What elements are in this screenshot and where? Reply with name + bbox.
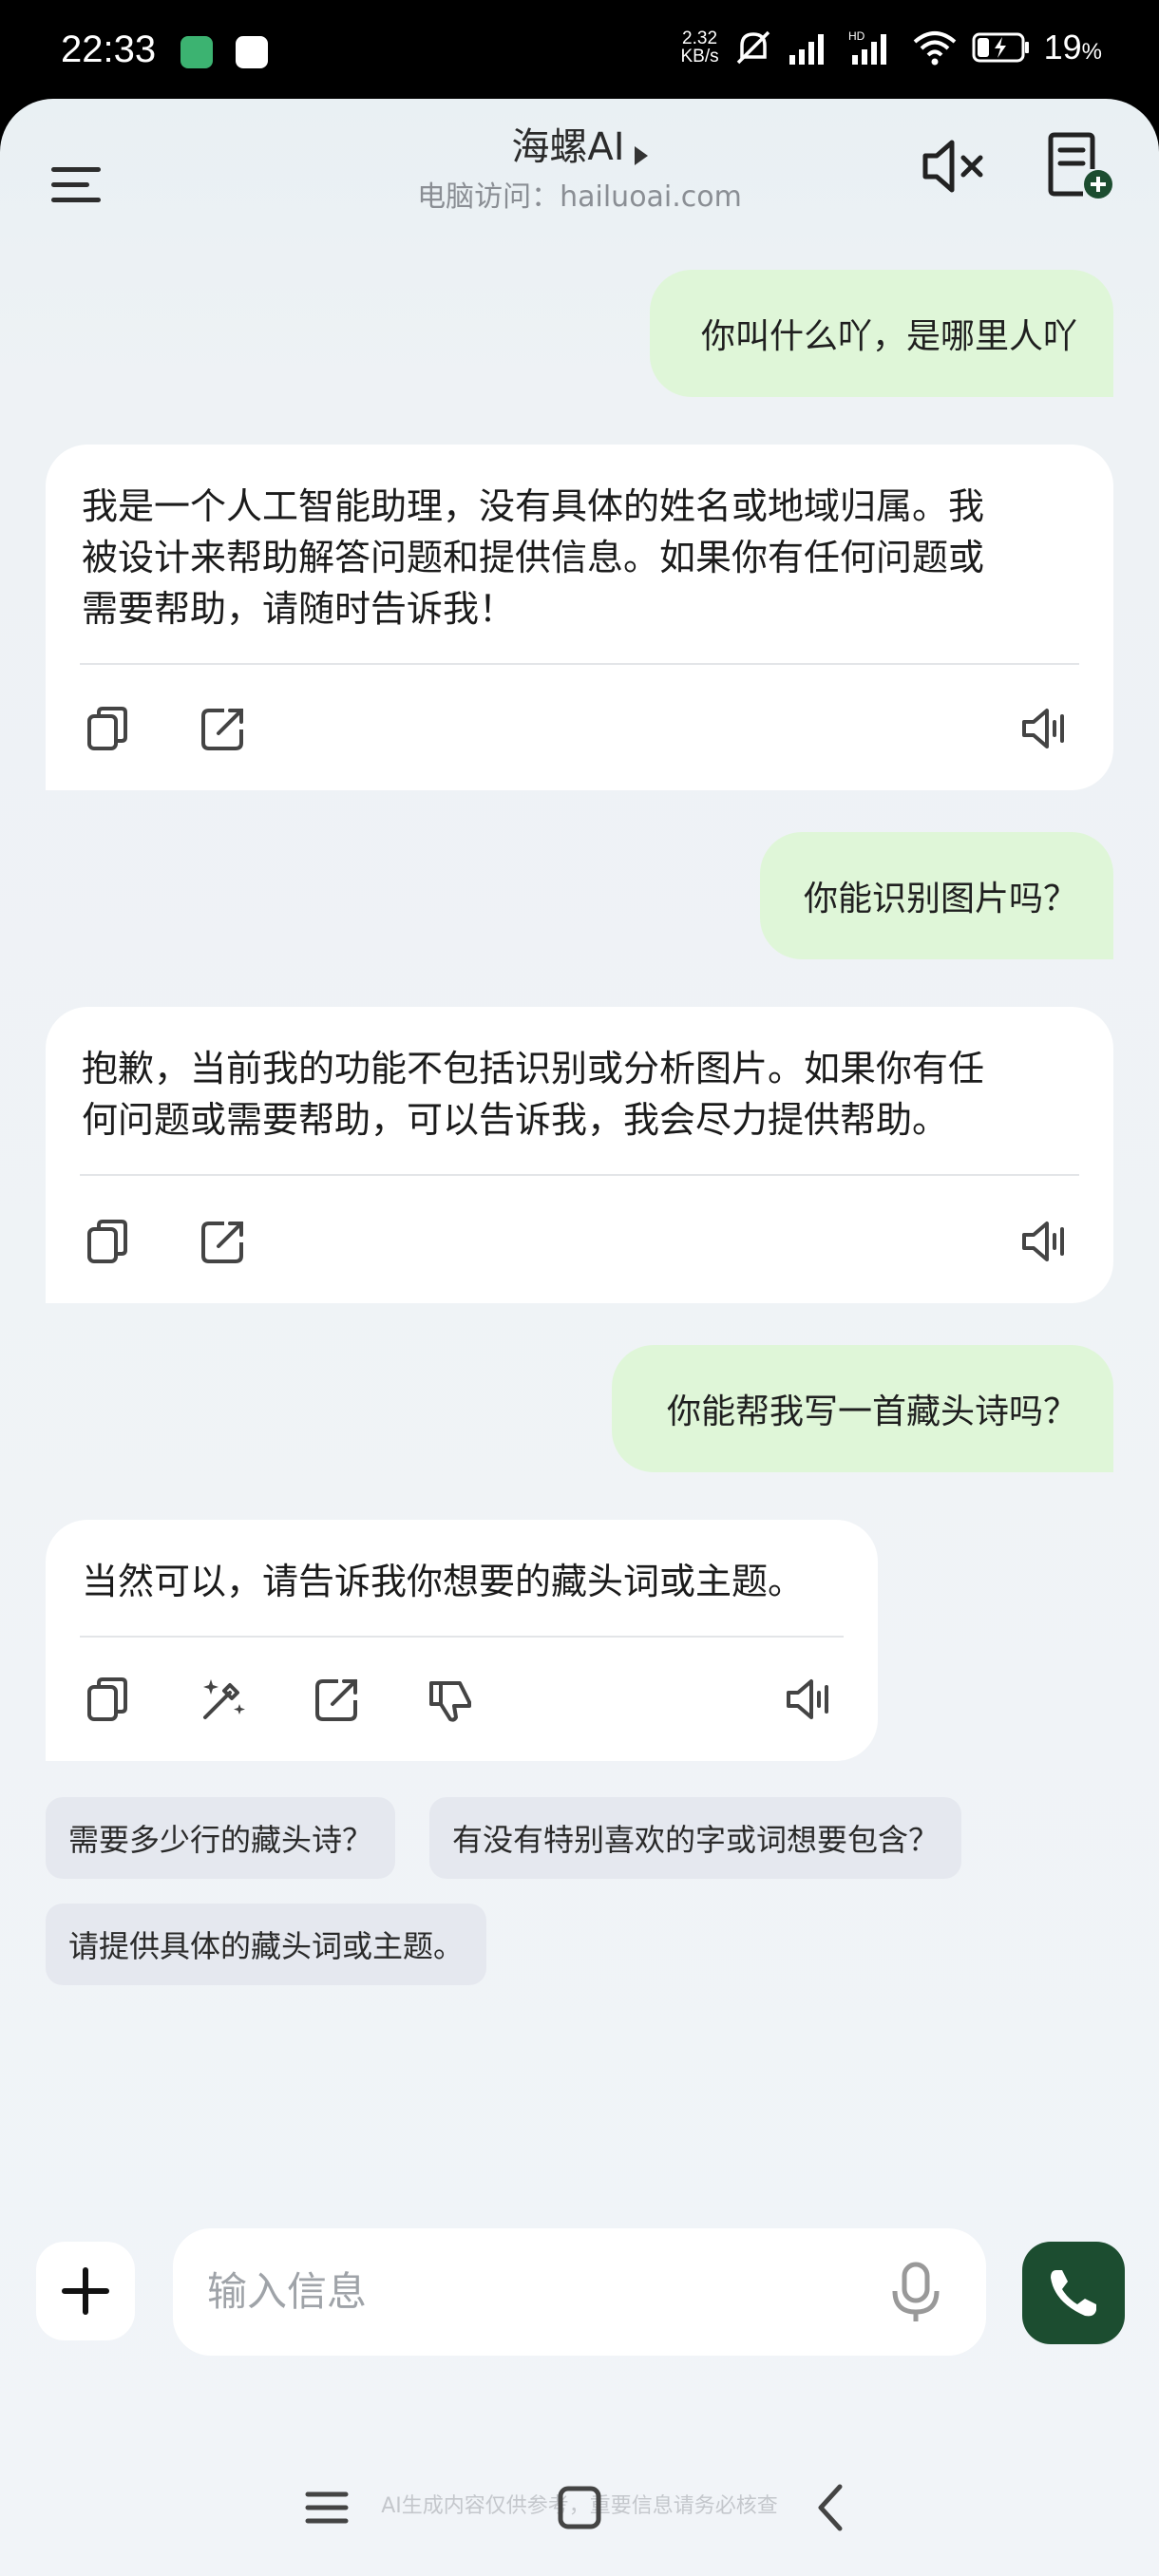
assistant-message[interactable]: 当然可以，请告诉我你想要的藏头词或主题。	[46, 1520, 878, 1761]
bell-muted-icon	[736, 30, 770, 65]
status-bar: 22:33 2.32 KB/s HD 19%	[0, 0, 1159, 104]
network-speed-value: 2.32	[682, 28, 718, 48]
svg-text:HD: HD	[848, 29, 865, 43]
battery-percent-unit: %	[1081, 39, 1102, 65]
status-time: 22:33	[61, 28, 157, 70]
copy-icon[interactable]	[84, 703, 135, 754]
notification-qq-icon	[236, 36, 268, 68]
share-icon[interactable]	[312, 1674, 363, 1725]
app-title[interactable]: 海螺AI	[511, 125, 624, 169]
user-message[interactable]: 你能帮我写一首藏头诗吗？	[612, 1345, 1113, 1472]
assistant-message-text: 抱歉，当前我的功能不包括识别或分析图片。如果你有任 何问题或需要帮助，可以告诉我…	[82, 1043, 1081, 1146]
network-speed: 2.32 KB/s	[680, 29, 718, 66]
plus-icon	[62, 2267, 109, 2315]
new-chat-icon[interactable]	[1045, 131, 1115, 201]
suggestion-chip[interactable]: 有没有特别喜欢的字或词想要包含？	[429, 1797, 962, 1879]
magic-wand-icon[interactable]	[198, 1674, 249, 1725]
assistant-message[interactable]: 我是一个人工智能助理，没有具体的姓名或地域归属。我 被设计来帮助解答问题和提供信…	[46, 445, 1113, 790]
message-input-placeholder: 输入信息	[207, 2268, 368, 2315]
network-speed-unit: KB/s	[680, 47, 719, 66]
microphone-icon[interactable]	[887, 2261, 944, 2323]
copy-icon[interactable]	[84, 1216, 135, 1267]
speaker-icon[interactable]	[1020, 1216, 1072, 1267]
share-icon[interactable]	[198, 703, 249, 754]
home-icon[interactable]	[551, 2479, 608, 2536]
recent-apps-icon[interactable]	[298, 2479, 355, 2536]
speaker-icon[interactable]	[1020, 703, 1072, 754]
battery-percent: 19%	[1044, 28, 1102, 67]
assistant-line: 当然可以，请告诉我你想要的藏头词或主题。	[82, 1561, 805, 1602]
battery-charging-icon	[972, 32, 1029, 63]
share-icon[interactable]	[198, 1216, 249, 1267]
suggestion-chip[interactable]: 需要多少行的藏头诗？	[46, 1797, 396, 1879]
user-message[interactable]: 你能识别图片吗？	[760, 832, 1113, 959]
divider	[80, 1636, 844, 1638]
back-icon[interactable]	[804, 2479, 861, 2536]
voice-call-button[interactable]	[1022, 2242, 1125, 2344]
battery-percent-value: 19	[1043, 28, 1082, 66]
speaker-mute-icon[interactable]	[920, 131, 990, 201]
chat-screen: 海螺AI 电脑访问：hailuoai.com 你叫什么吖，是哪里人吖 我是一个人…	[0, 99, 1159, 2576]
assistant-message-text: 我是一个人工智能助理，没有具体的姓名或地域归属。我 被设计来帮助解答问题和提供信…	[82, 481, 1081, 635]
add-attachment-button[interactable]	[36, 2242, 135, 2340]
assistant-line: 抱歉，当前我的功能不包括识别或分析图片。如果你有任	[82, 1048, 985, 1089]
assistant-line: 被设计来帮助解答问题和提供信息。如果你有任何问题或	[82, 537, 985, 578]
wifi-icon	[913, 31, 956, 66]
user-message[interactable]: 你叫什么吖，是哪里人吖	[650, 270, 1113, 397]
status-indicators: 2.32 KB/s HD 19%	[680, 27, 1102, 68]
signal-icon	[788, 34, 824, 65]
message-input[interactable]: 输入信息	[173, 2228, 986, 2356]
assistant-line: 何问题或需要帮助，可以告诉我，我会尽力提供帮助。	[82, 1099, 949, 1141]
phone-icon	[1051, 2270, 1096, 2317]
assistant-line: 需要帮助，请随时告诉我！	[82, 588, 516, 630]
speaker-icon[interactable]	[785, 1674, 836, 1725]
divider	[80, 663, 1079, 665]
assistant-message[interactable]: 抱歉，当前我的功能不包括识别或分析图片。如果你有任 何问题或需要帮助，可以告诉我…	[46, 1007, 1113, 1303]
divider	[80, 1174, 1079, 1176]
thumbs-down-icon[interactable]	[426, 1674, 477, 1725]
notification-app-icon	[180, 36, 213, 68]
copy-icon[interactable]	[84, 1674, 135, 1725]
assistant-line: 我是一个人工智能助理，没有具体的姓名或地域归属。我	[82, 485, 985, 527]
play-triangle-icon	[634, 145, 648, 165]
signal-hd-icon: HD	[848, 29, 886, 65]
assistant-message-text: 当然可以，请告诉我你想要的藏头词或主题。	[82, 1556, 846, 1607]
suggestion-chip[interactable]: 请提供具体的藏头词或主题。	[46, 1904, 487, 1985]
